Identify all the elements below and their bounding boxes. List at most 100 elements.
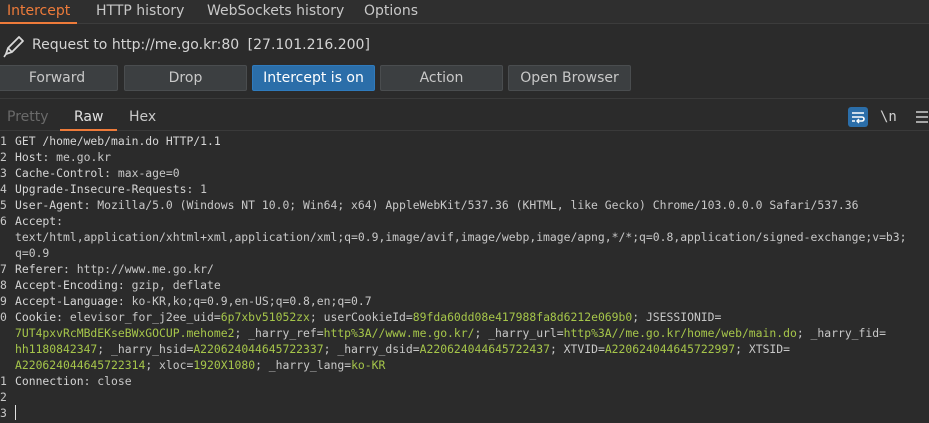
code-line: 8 Accept-Encoding: gzip, deflate (0, 278, 929, 294)
intercept-toggle-button[interactable]: Intercept is on (252, 65, 375, 91)
line-number: 5 (0, 198, 7, 212)
header-value-token: hh1180842347 (15, 342, 98, 356)
header-text-token: Upgrade-Insecure-Requests (15, 182, 187, 196)
header-text-token: : 1 (186, 182, 208, 196)
code-line: 7UT4pxvRcMBdEKseBWxGOCUP.mehome2; _harry… (0, 326, 929, 342)
wrap-lines-icon (852, 112, 865, 124)
header-text-token: : elevisor_for_j2ee_uid= (56, 310, 221, 324)
header-text-token: Accept-Encoding (15, 278, 118, 292)
header-text-token: : ko-KR,ko;q=0.9,en-US;q=0.8,en;q=0.7 (117, 294, 372, 308)
header-text-token: ; _harry_dsid= (323, 342, 420, 356)
header-text-token: ; _harry_lang= (255, 358, 352, 372)
line-content: A220624044645722314; xloc=1920X1080; _ha… (15, 358, 385, 372)
code-line: 1 Connection: close (0, 374, 929, 390)
line-number: 0 (0, 310, 7, 324)
code-line: text/html,application/xhtml+xml,applicat… (0, 230, 929, 246)
header-text-token: Accept-Language (15, 294, 118, 308)
line-content: GET /home/web/main.do HTTP/1.1 (15, 134, 221, 148)
header-text-token: ; userCookieId= (309, 310, 413, 324)
header-value-token: 1920X1080 (193, 358, 256, 372)
header-text-token: text/html,application/xhtml+xml,applicat… (15, 230, 907, 244)
header-text-token: Cache-Control (15, 166, 105, 180)
header-value-token: A220624044645722337 (193, 342, 324, 356)
menu-icon (916, 111, 928, 123)
code-line: 1 GET /home/web/main.do HTTP/1.1 (0, 134, 929, 150)
header-value-token: ko-KR (351, 358, 386, 372)
code-line: 0 Cookie: elevisor_for_j2ee_uid=6p7xbv510… (0, 310, 929, 326)
text-cursor (15, 405, 16, 420)
line-content: Accept-Language: ko-KR,ko;q=0.9,en-US;q=… (15, 294, 372, 308)
action-button[interactable]: Action (380, 65, 503, 91)
code-line: 2 Host: me.go.kr (0, 150, 929, 166)
pencil-icon (3, 36, 24, 58)
request-url: Request to http://me.go.kr:80 (32, 37, 240, 53)
line-number: 2 (0, 150, 7, 164)
line-number: 4 (0, 182, 7, 196)
header-value-token: http%3A//me.go.kr/home/web/main.do (563, 326, 797, 340)
line-content: Accept-Encoding: gzip, deflate (15, 278, 221, 292)
line-content: User-Agent: Mozilla/5.0 (Windows NT 10.0… (15, 198, 859, 212)
code-line: 3 (0, 406, 929, 422)
code-line: 3 Cache-Control: max-age=0 (0, 166, 929, 182)
line-number: 6 (0, 214, 7, 228)
header-text-token: ; _harry_hsid= (97, 342, 194, 356)
drop-button[interactable]: Drop (124, 65, 247, 91)
header-text-token: ; XTVID= (549, 342, 605, 356)
line-content: q=0.9 (15, 246, 49, 260)
tab-hex[interactable]: Hex (115, 105, 170, 131)
message-view-tabs: Pretty Raw Hex (0, 105, 929, 131)
line-content: Upgrade-Insecure-Requests: 1 (15, 182, 207, 196)
header-text-token: ; _harry_ref= (234, 326, 324, 340)
show-newlines-icon[interactable]: \n (880, 107, 900, 127)
header-text-token: : close (83, 374, 132, 388)
header-text-token: GET /home/web/main.do HTTP/1.1 (15, 134, 221, 148)
header-value-token: A220624044645722314 (15, 358, 146, 372)
line-number: 8 (0, 278, 7, 292)
code-line: 9 Accept-Language: ko-KR,ko;q=0.9,en-US;q… (0, 294, 929, 310)
header-value-token: 7UT4pxvRcMBdEKseBWxGOCUP.mehome2 (15, 326, 235, 340)
request-target: Request to http://me.go.kr:80 [27.101.21… (32, 37, 370, 53)
line-number: 2 (0, 390, 7, 404)
tab-websockets-history[interactable]: WebSockets history (199, 0, 352, 24)
forward-button[interactable]: Forward (0, 65, 118, 91)
raw-request-editor[interactable]: 1 GET /home/web/main.do HTTP/1.1 2 Host: me… (0, 133, 929, 423)
tab-intercept[interactable]: Intercept (0, 0, 78, 24)
open-browser-button[interactable]: Open Browser (508, 65, 631, 91)
line-number: 1 (0, 134, 7, 148)
header-text-token: Accept (15, 214, 57, 228)
header-text-token: : me.go.kr (42, 150, 112, 164)
code-line: 5 User-Agent: Mozilla/5.0 (Windows NT 10.… (0, 198, 929, 214)
line-content: Connection: close (15, 374, 132, 388)
header-text-token: : gzip, deflate (117, 278, 221, 292)
tab-http-history[interactable]: HTTP history (88, 0, 192, 24)
header-text-token: Host (15, 150, 43, 164)
header-value-token: A220624044645722997 (604, 342, 736, 356)
line-content: Referer: http://www.me.go.kr/ (15, 262, 214, 276)
line-number: 3 (0, 406, 7, 420)
header-text-token: Cookie (15, 310, 57, 324)
code-line: 2 (0, 390, 929, 406)
header-value-token: A220624044645722437 (419, 342, 550, 356)
header-text-token: ; XTSID= (735, 342, 791, 356)
code-line: 6 Accept: (0, 214, 929, 230)
line-content: 7UT4pxvRcMBdEKseBWxGOCUP.mehome2; _harry… (15, 326, 886, 340)
code-line: 7 Referer: http://www.me.go.kr/ (0, 262, 929, 278)
header-text-token: User-Agent (15, 198, 84, 212)
hamburger-menu-icon[interactable] (912, 107, 929, 127)
divider (0, 98, 929, 99)
code-line: A220624044645722314; xloc=1920X1080; _ha… (0, 358, 929, 374)
tab-raw[interactable]: Raw (60, 105, 118, 131)
line-content: Cache-Control: max-age=0 (15, 166, 180, 180)
line-content: text/html,application/xhtml+xml,applicat… (15, 230, 907, 244)
line-content: Cookie: elevisor_for_j2ee_uid=6p7xbv5105… (15, 310, 721, 324)
header-text-token: : Mozilla/5.0 (Windows NT 10.0; Win64; x… (83, 198, 859, 212)
code-line: q=0.9 (0, 246, 929, 262)
word-wrap-icon[interactable] (848, 107, 868, 127)
request-ip: [27.101.216.200] (247, 37, 370, 53)
line-number: 3 (0, 166, 7, 180)
header-text-token: : http://www.me.go.kr/ (63, 262, 214, 276)
tab-pretty[interactable]: Pretty (0, 105, 63, 131)
header-text-token: Connection (15, 374, 84, 388)
tab-options[interactable]: Options (356, 0, 426, 24)
header-text-token: Referer (15, 262, 64, 276)
